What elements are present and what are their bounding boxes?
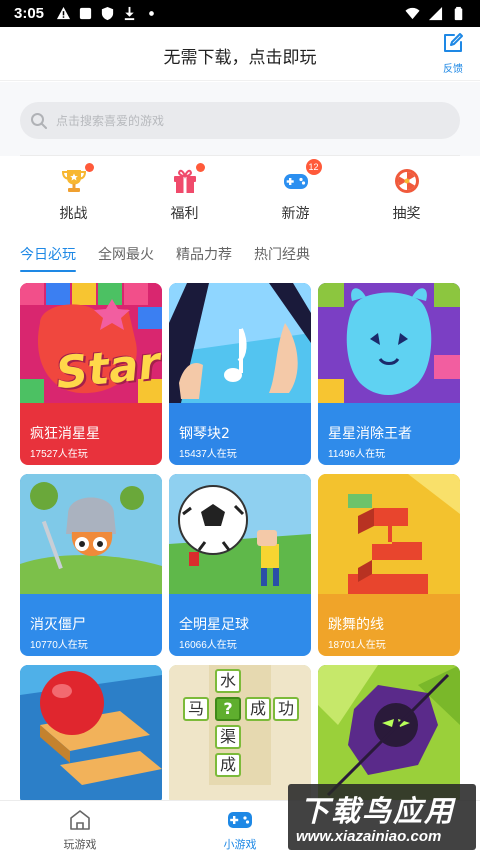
status-time: 3:05 bbox=[14, 5, 45, 22]
game-name: 跳舞的线 bbox=[328, 617, 384, 633]
game-name: 钢琴块2 bbox=[179, 426, 230, 442]
top-header: 无需下载，点击即玩 反馈 bbox=[0, 27, 480, 81]
puzzle-tile: 渠 bbox=[215, 725, 241, 749]
notification-dot bbox=[195, 163, 205, 172]
quick-nav-label: 挑战 bbox=[59, 206, 88, 222]
nav-play-games[interactable]: 玩游戏 bbox=[0, 801, 160, 853]
puzzle-tile: 成 bbox=[215, 753, 241, 777]
prize-wheel-icon bbox=[394, 169, 419, 193]
game-card[interactable]: 跳舞的线 18701人在玩 bbox=[318, 474, 460, 656]
game-players: 15437人在玩 bbox=[179, 449, 237, 460]
warning-icon bbox=[56, 6, 71, 20]
game-players: 11496人在玩 bbox=[328, 449, 386, 460]
game-thumbnail bbox=[318, 283, 460, 403]
watermark-url: www.xiazainiao.com bbox=[296, 828, 442, 845]
quick-nav: 挑战 福利 12 新游 抽奖 bbox=[0, 157, 480, 227]
quick-nav-label: 福利 bbox=[170, 206, 199, 222]
game-info: 钢琴块2 15437人在玩 bbox=[169, 403, 311, 465]
puzzle-tile: 水 bbox=[215, 669, 241, 693]
new-games-badge: 12 bbox=[305, 159, 322, 175]
quick-nav-label: 抽奖 bbox=[392, 206, 421, 222]
home-icon bbox=[70, 810, 90, 830]
tab-hottest[interactable]: 全网最火 bbox=[98, 244, 154, 272]
game-card[interactable]: 星星消除王者 11496人在玩 bbox=[318, 283, 460, 465]
game-info: 疯狂消星星 17527人在玩 bbox=[20, 403, 162, 465]
game-thumbnail bbox=[169, 283, 311, 403]
game-card[interactable] bbox=[20, 665, 162, 805]
quick-nav-lottery[interactable]: 抽奖 bbox=[367, 157, 447, 227]
tab-today-must-play[interactable]: 今日必玩 bbox=[20, 244, 76, 272]
status-bar: 3:05 bbox=[0, 0, 480, 27]
search-input[interactable]: 点击搜索喜爱的游戏 bbox=[20, 102, 460, 139]
trophy-icon bbox=[61, 170, 86, 192]
game-players: 18701人在玩 bbox=[328, 640, 386, 651]
puzzle-tile: 功 bbox=[273, 697, 299, 721]
tab-recommended[interactable]: 精品力荐 bbox=[176, 244, 232, 272]
search-section: 点击搜索喜爱的游戏 bbox=[0, 82, 480, 156]
dot-icon bbox=[149, 11, 154, 16]
shield-icon bbox=[101, 6, 114, 21]
game-name: 疯狂消星星 bbox=[30, 426, 100, 442]
battery-icon bbox=[454, 6, 463, 21]
game-thumbnail bbox=[20, 665, 162, 805]
download-icon bbox=[124, 6, 135, 21]
game-info: 全明星足球 16066人在玩 bbox=[169, 594, 311, 656]
page-title: 无需下载，点击即玩 bbox=[163, 48, 317, 68]
gift-icon bbox=[173, 169, 196, 193]
notification-dot bbox=[84, 163, 94, 172]
game-thumbnail bbox=[318, 474, 460, 594]
quick-nav-new-games[interactable]: 12 新游 bbox=[256, 157, 336, 227]
system-icons bbox=[405, 6, 466, 21]
feedback-button[interactable]: 反馈 bbox=[438, 31, 468, 75]
game-name: 全明星足球 bbox=[179, 617, 249, 633]
game-name: 消灭僵尸 bbox=[30, 617, 86, 633]
game-thumbnail bbox=[20, 474, 162, 594]
cellular-signal-icon bbox=[428, 6, 443, 21]
game-thumbnail: Star bbox=[20, 283, 162, 403]
game-card[interactable]: 全明星足球 16066人在玩 bbox=[169, 474, 311, 656]
tab-classics[interactable]: 热门经典 bbox=[254, 244, 310, 272]
puzzle-tile: 马 bbox=[183, 697, 209, 721]
feedback-label: 反馈 bbox=[443, 64, 463, 75]
nav-label: 玩游戏 bbox=[63, 838, 97, 851]
square-notification-icon bbox=[79, 7, 92, 20]
quick-nav-label: 新游 bbox=[281, 206, 310, 222]
game-players: 10770人在玩 bbox=[30, 640, 88, 651]
game-players: 16066人在玩 bbox=[179, 640, 237, 651]
watermark-title: 下载鸟应用 bbox=[300, 794, 456, 828]
quick-nav-challenge[interactable]: 挑战 bbox=[34, 157, 114, 227]
watermark: 下载鸟应用 www.xiazainiao.com bbox=[288, 784, 476, 850]
game-info: 星星消除王者 11496人在玩 bbox=[318, 403, 460, 465]
game-card[interactable]: Star 疯狂消星星 17527人在玩 bbox=[20, 283, 162, 465]
game-info: 消灭僵尸 10770人在玩 bbox=[20, 594, 162, 656]
puzzle-tile-question: ? bbox=[215, 697, 241, 721]
divider bbox=[20, 155, 460, 156]
category-tabs: 今日必玩 全网最火 精品力荐 热门经典 bbox=[20, 244, 310, 272]
notification-icons bbox=[56, 6, 159, 21]
game-info: 跳舞的线 18701人在玩 bbox=[318, 594, 460, 656]
game-players: 17527人在玩 bbox=[30, 449, 88, 460]
game-thumbnail bbox=[169, 474, 311, 594]
gamepad-icon bbox=[283, 174, 308, 189]
edit-icon bbox=[444, 33, 463, 52]
game-art-text: Star bbox=[53, 337, 162, 400]
wifi-icon bbox=[405, 7, 420, 20]
gamepad-icon bbox=[228, 812, 252, 828]
quick-nav-welfare[interactable]: 福利 bbox=[145, 157, 225, 227]
game-card[interactable]: 消灭僵尸 10770人在玩 bbox=[20, 474, 162, 656]
search-placeholder: 点击搜索喜爱的游戏 bbox=[56, 114, 165, 128]
search-icon bbox=[31, 112, 47, 129]
puzzle-tile: 成 bbox=[245, 697, 271, 721]
game-card[interactable]: 钢琴块2 15437人在玩 bbox=[169, 283, 311, 465]
game-name: 星星消除王者 bbox=[328, 426, 412, 442]
